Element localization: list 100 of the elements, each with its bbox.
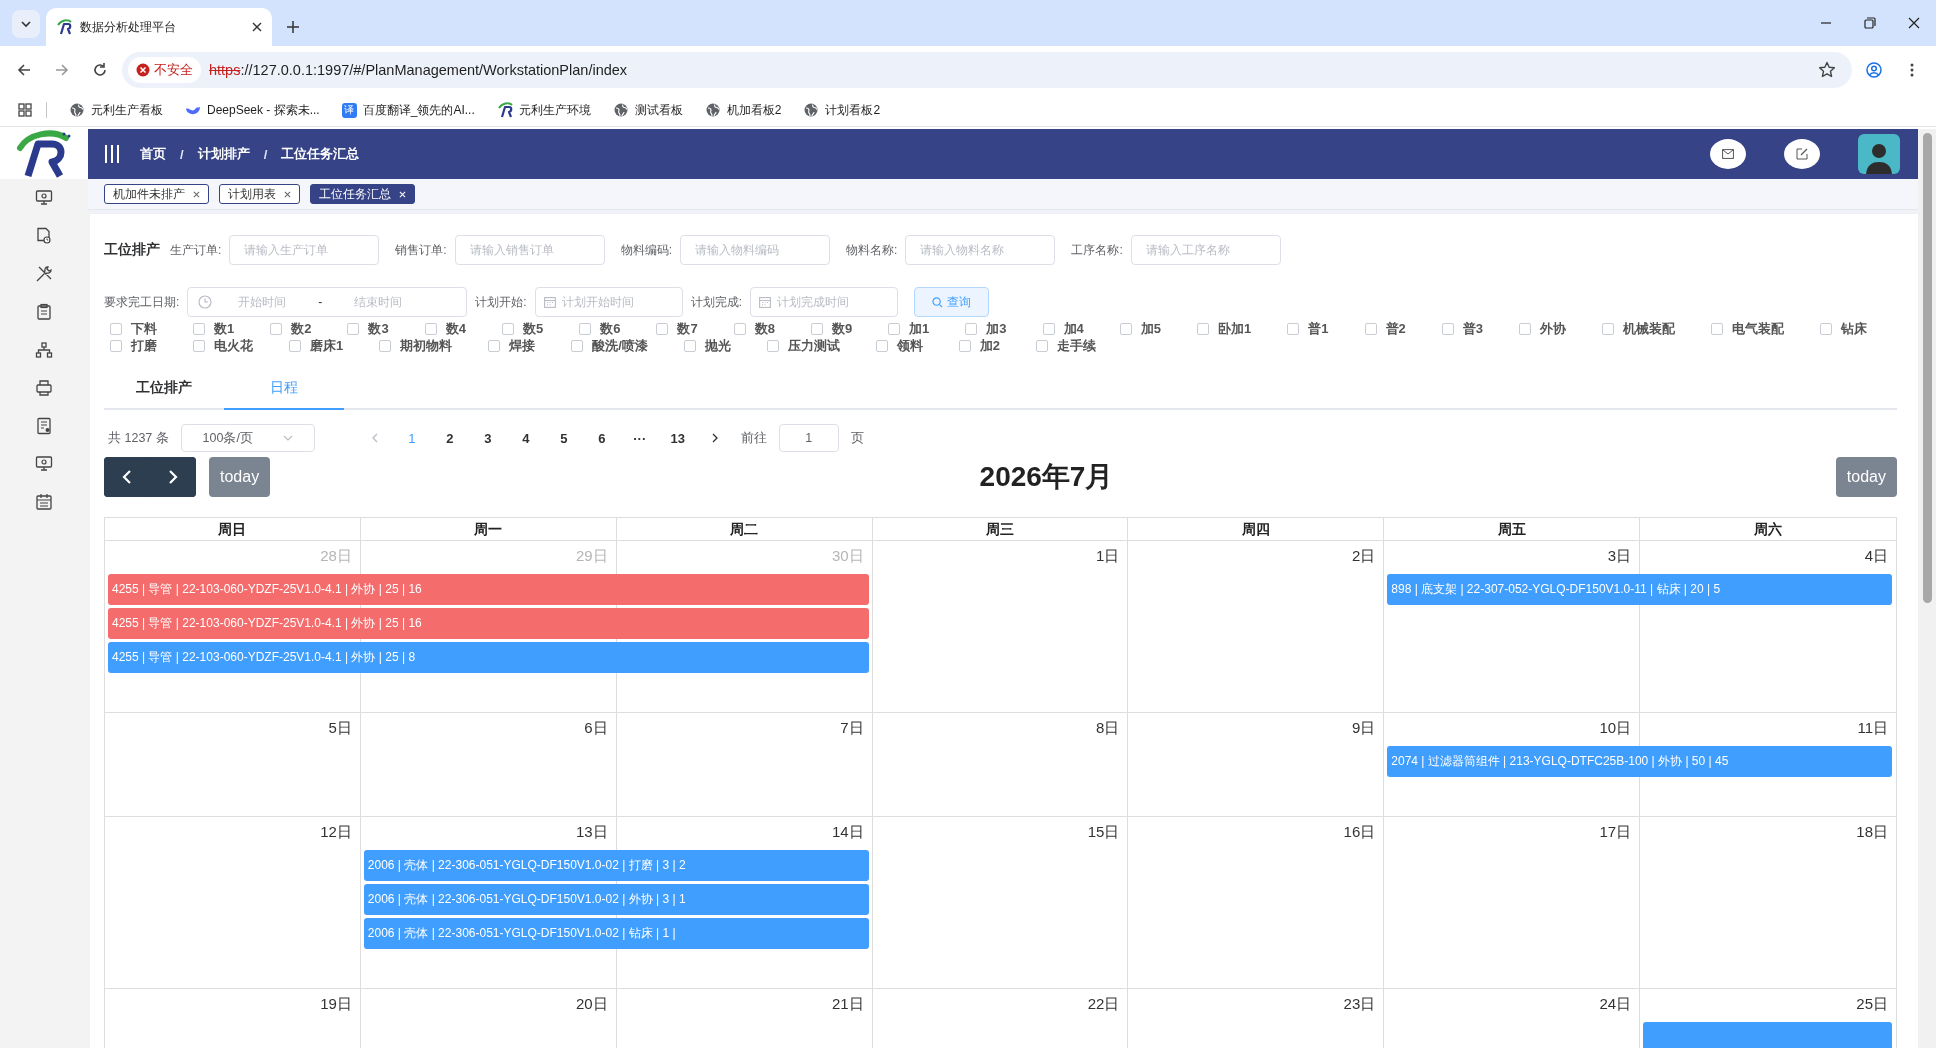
- avatar[interactable]: [1858, 134, 1900, 174]
- bookmark[interactable]: 元利生产环境: [496, 101, 591, 119]
- today-button[interactable]: today: [1835, 457, 1897, 497]
- report-icon[interactable]: [35, 417, 53, 435]
- process-checkbox[interactable]: 数1: [193, 320, 235, 337]
- page-input[interactable]: 1: [778, 424, 839, 452]
- page-tag[interactable]: 计划用表: [219, 184, 300, 204]
- process-checkbox[interactable]: 走手续: [1036, 337, 1097, 354]
- close-icon[interactable]: [252, 22, 262, 32]
- bookmark[interactable]: 元利生产看板: [69, 101, 163, 119]
- page-number[interactable]: 3: [468, 430, 507, 446]
- page-tag[interactable]: 工位任务汇总: [310, 184, 415, 204]
- process-checkbox[interactable]: 数8: [733, 320, 775, 337]
- monitor-icon[interactable]: [35, 189, 53, 207]
- page-number[interactable]: 13: [658, 430, 697, 446]
- page-number[interactable]: ···: [620, 430, 659, 446]
- process-checkbox[interactable]: 数5: [501, 320, 544, 337]
- bookmark[interactable]: 译 百度翻译_领先的AI...: [341, 101, 475, 119]
- input-field[interactable]: 请输入物料编码: [680, 235, 831, 265]
- forward-arrow-icon[interactable]: [54, 62, 70, 78]
- process-checkbox[interactable]: 数3: [347, 320, 389, 337]
- input-field[interactable]: 请输入生产订单: [229, 235, 380, 265]
- process-checkbox[interactable]: 机械装配: [1602, 320, 1675, 337]
- weekday-header: 周六: [1753, 520, 1784, 539]
- close-icon[interactable]: [1908, 17, 1920, 29]
- process-checkbox[interactable]: 数7: [656, 320, 698, 337]
- process-checkbox[interactable]: 期初物料: [379, 337, 453, 354]
- process-checkbox[interactable]: 酸洗/喷漆: [571, 337, 648, 354]
- process-checkbox[interactable]: 磨床1: [289, 337, 344, 354]
- address-bar[interactable]: 不安全 https://127.0.0.1:1997/#/PlanManagement/WorkstationPlan/index: [122, 52, 1852, 88]
- process-checkbox[interactable]: 加4: [1042, 320, 1084, 337]
- document-clock-icon[interactable]: [35, 227, 53, 245]
- breadcrumb-link[interactable]: 计划排产: [197, 145, 250, 163]
- process-checkbox[interactable]: 电气装配: [1711, 320, 1784, 337]
- process-checkbox[interactable]: 下料: [110, 320, 157, 337]
- process-checkbox[interactable]: 卧加1: [1197, 320, 1252, 337]
- apps-grid-icon[interactable]: [18, 103, 32, 117]
- bookmark[interactable]: 计划看板2: [803, 101, 881, 119]
- page-size-select[interactable]: 100条/页: [180, 424, 315, 452]
- bookmark[interactable]: 机加看板2: [704, 101, 782, 119]
- process-checkbox[interactable]: 数9: [810, 320, 853, 337]
- day-number: 23日: [1343, 994, 1376, 1014]
- date-picker[interactable]: 计划开始时间: [534, 287, 683, 317]
- monitor-icon[interactable]: [35, 455, 53, 473]
- process-checkbox[interactable]: 抛光: [683, 337, 731, 354]
- process-checkbox[interactable]: 钻床: [1820, 320, 1867, 337]
- process-checkbox[interactable]: 打磨: [110, 337, 157, 354]
- process-checkbox[interactable]: 普3: [1441, 320, 1483, 337]
- plus-icon[interactable]: [286, 20, 300, 34]
- process-checkbox[interactable]: 数6: [579, 320, 621, 337]
- process-checkbox[interactable]: 数4: [424, 320, 466, 337]
- process-checkbox[interactable]: 外协: [1519, 320, 1566, 337]
- browser-tab[interactable]: 数据分析处理平台: [46, 8, 272, 46]
- process-checkbox[interactable]: 压力测试: [766, 337, 840, 354]
- edit-icon: [1796, 148, 1808, 160]
- process-checkbox[interactable]: 加3: [965, 320, 1007, 337]
- page-tag[interactable]: 机加件未排产: [104, 184, 209, 204]
- process-checkbox[interactable]: 加1: [888, 320, 930, 337]
- tools-icon[interactable]: [35, 265, 53, 283]
- tab-list-button[interactable]: [12, 10, 40, 38]
- day-number: 25日: [1856, 994, 1888, 1014]
- date-range-field[interactable]: 开始时间 - 结束时间: [187, 287, 468, 317]
- edit-button[interactable]: [1784, 139, 1820, 169]
- star-icon[interactable]: [1818, 61, 1836, 79]
- process-checkbox[interactable]: 普2: [1364, 320, 1406, 337]
- profile-icon[interactable]: [1866, 62, 1882, 78]
- bookmark[interactable]: 测试看板: [612, 101, 683, 119]
- process-checkbox[interactable]: 领料: [875, 337, 923, 354]
- view-tab[interactable]: 工位排产: [104, 368, 224, 410]
- mail-button[interactable]: [1710, 139, 1746, 169]
- breadcrumb-link[interactable]: 工位任务汇总: [281, 145, 360, 163]
- input-field[interactable]: 请输入工序名称: [1130, 235, 1281, 265]
- process-checkbox[interactable]: 焊接: [488, 337, 536, 354]
- page-number[interactable]: 2: [430, 430, 469, 446]
- process-checkbox[interactable]: 电火花: [193, 337, 253, 354]
- page-number[interactable]: 6: [582, 430, 621, 446]
- printer-icon[interactable]: [35, 379, 53, 397]
- security-chip[interactable]: 不安全: [128, 57, 201, 83]
- page-number[interactable]: 4: [506, 430, 545, 446]
- process-checkbox[interactable]: 普1: [1287, 320, 1329, 337]
- clipboard-icon[interactable]: [35, 303, 53, 321]
- today-button[interactable]: today: [209, 457, 271, 497]
- input-field[interactable]: 请输入销售订单: [454, 235, 605, 265]
- date-picker[interactable]: 计划完成时间: [750, 287, 899, 317]
- breadcrumb-link[interactable]: 首页: [140, 145, 166, 163]
- menu-icon[interactable]: [104, 144, 120, 164]
- calendar-icon[interactable]: [35, 493, 53, 511]
- input-field[interactable]: 请输入物料名称: [905, 235, 1056, 265]
- day-number: 2日: [1351, 546, 1376, 566]
- network-icon[interactable]: [35, 341, 53, 359]
- bookmark[interactable]: DeepSeek - 探索未...: [185, 101, 320, 119]
- chevron-right-icon[interactable]: [710, 433, 719, 443]
- back-arrow-icon[interactable]: [16, 62, 32, 78]
- process-checkbox[interactable]: 加5: [1119, 320, 1162, 337]
- process-checkbox[interactable]: 数2: [270, 320, 312, 337]
- page-number[interactable]: 5: [544, 430, 583, 446]
- scrollbar[interactable]: [1918, 129, 1936, 1048]
- restore-icon[interactable]: [1864, 17, 1876, 29]
- process-checkbox[interactable]: 加2: [958, 337, 1001, 354]
- reload-icon[interactable]: [92, 62, 108, 78]
